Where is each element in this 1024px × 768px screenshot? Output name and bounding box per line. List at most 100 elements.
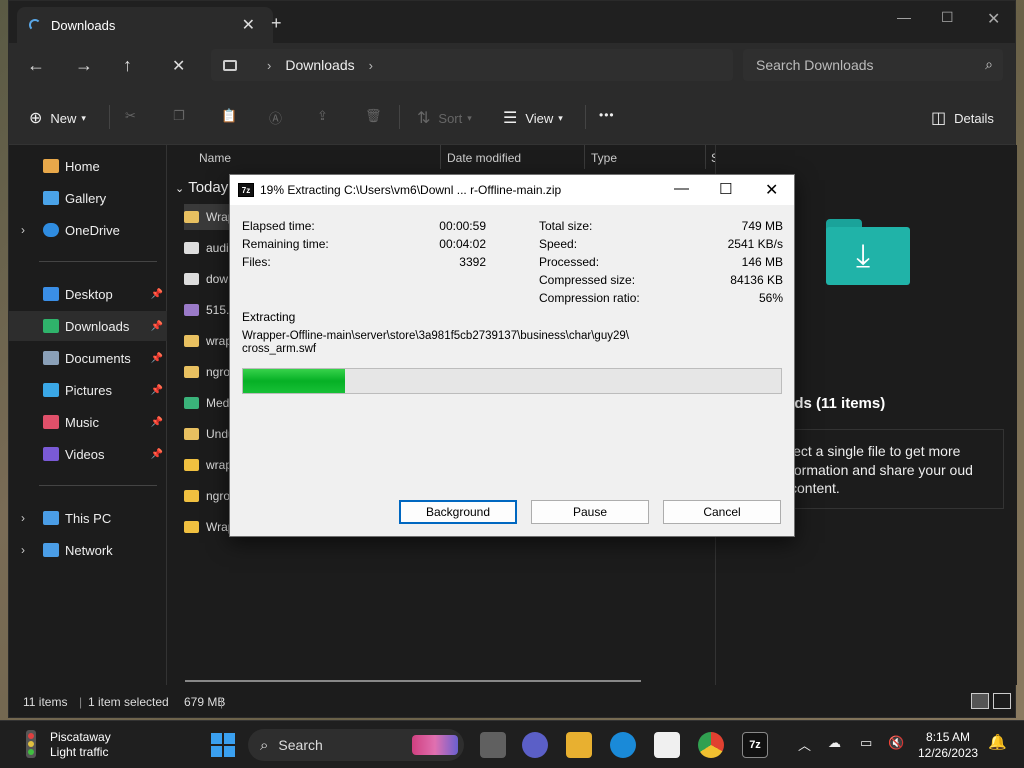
close-window-icon[interactable]: ✕ [987,9,1000,29]
details-view-icon[interactable] [971,693,989,709]
column-divider[interactable] [440,145,441,169]
details-pane-button[interactable]: ◫ Details [931,108,994,128]
collapse-chevron-icon[interactable]: ⌄ [175,183,184,195]
file-name: ngro [206,365,231,379]
breadcrumb-downloads[interactable]: Downloads [285,57,354,73]
address-bar[interactable]: › Downloads › [211,49,733,81]
navigation-pane: Home Gallery › OneDrive Desktop 📌 Downlo… [9,145,167,685]
sidebar-item-downloads[interactable]: Downloads 📌 [9,311,167,341]
cancel-button[interactable]: Cancel [663,500,781,524]
videos-icon [43,447,59,461]
forward-arrow-icon[interactable]: → [75,55,93,76]
system-clock[interactable]: 8:15 AM 12/26/2023 [918,729,978,761]
close-tab-icon[interactable]: ✕ [242,15,255,35]
share-icon[interactable]: ⇪ [317,108,328,124]
show-hidden-icons-icon[interactable]: ︿ [798,735,811,754]
up-arrow-icon[interactable]: ↑ [123,55,132,76]
start-windows-icon[interactable] [210,732,236,758]
microsoft-store-icon[interactable] [654,732,680,758]
minimize-icon[interactable]: — [897,9,911,25]
dialog-title-bar[interactable]: 7z 19% Extracting C:\Users\vm6\Downl ...… [230,175,794,205]
back-arrow-icon[interactable]: ← [27,55,45,76]
details-button-label: Details [954,110,994,126]
sidebar-item-documents[interactable]: Documents 📌 [9,343,167,373]
loading-spinner-icon [29,19,41,31]
teams-chat-icon[interactable] [522,732,548,758]
processed-value: 146 MB [741,255,783,269]
file-name: 515. [206,303,230,317]
close-dialog-icon[interactable]: ✕ [765,180,778,200]
file-type-icon [184,211,199,223]
chevron-right-icon[interactable]: › [369,58,373,73]
search-placeholder: Search Downloads [756,57,874,73]
column-divider[interactable] [584,145,585,169]
notification-bell-icon[interactable]: 🔔 [988,733,1007,751]
display-tray-icon[interactable]: ▭ [860,735,872,751]
large-icons-view-icon[interactable] [993,693,1011,709]
stop-loading-icon[interactable]: ✕ [172,56,185,76]
sidebar-item-label: Documents [65,350,131,366]
pin-icon: 📌 [150,416,163,428]
tab-downloads[interactable]: Downloads ✕ [17,7,273,43]
sidebar-item-onedrive[interactable]: › OneDrive [9,215,167,245]
maximize-icon[interactable]: ☐ [719,180,732,198]
maximize-icon[interactable]: ☐ [941,9,954,26]
column-divider[interactable] [705,145,706,169]
onedrive-tray-icon[interactable]: ☁ [828,735,841,751]
current-file-path-line1: Wrapper-Offline-main\server\store\3a981f… [242,330,629,342]
volume-muted-icon[interactable]: 🔇 [888,735,904,751]
sidebar-item-pictures[interactable]: Pictures 📌 [9,375,167,405]
weather-widget[interactable]: Piscataway Light traffic [20,730,111,760]
sidebar-item-music[interactable]: Music 📌 [9,407,167,437]
taskbar-search[interactable]: ⌕ Search [248,729,464,761]
edge-browser-icon[interactable] [610,732,636,758]
sidebar-item-label: Videos [65,446,105,462]
chevron-right-icon[interactable]: › [267,58,271,73]
sidebar-item-gallery[interactable]: Gallery [9,183,167,213]
file-explorer-icon[interactable] [566,732,592,758]
background-button[interactable]: Background [399,500,517,524]
traffic-light-icon [20,730,42,758]
paste-icon[interactable]: 📋 [221,108,237,124]
expand-chevron-icon[interactable]: › [21,511,25,525]
more-options-icon[interactable]: ••• [599,108,615,122]
details-hint-text: lect a single file to get more formation… [790,443,973,496]
pause-button[interactable]: Pause [531,500,649,524]
new-tab-icon[interactable]: + [271,13,282,34]
rename-icon[interactable]: Ⓐ [269,108,282,127]
task-view-icon[interactable] [480,732,506,758]
column-header-date-modified[interactable]: Date modified [447,151,521,165]
new-button[interactable]: ⊕ New ▾ [29,108,86,128]
view-button[interactable]: ☰ View ▾ [503,108,563,128]
sidebar-item-videos[interactable]: Videos 📌 [9,439,167,469]
delete-icon[interactable]: 🗑 [365,108,382,124]
downloads-folder-icon: ⤓ [826,219,910,285]
network-icon [43,543,59,557]
cut-icon[interactable]: ✂ [125,108,136,124]
sort-button[interactable]: ⇅ Sort ▾ [417,108,472,128]
group-header-today[interactable]: ⌄ Today [175,179,228,196]
sidebar-item-home[interactable]: Home [9,151,167,181]
sidebar-item-this-pc[interactable]: › This PC [9,503,167,533]
chrome-browser-icon[interactable] [698,732,724,758]
file-type-icon [184,242,199,254]
column-header-type[interactable]: Type [591,151,617,165]
horizontal-scrollbar[interactable] [185,680,641,682]
new-button-label: New [50,110,77,126]
copy-icon[interactable]: ❐ [173,108,185,124]
column-header-name[interactable]: Name [199,151,231,165]
this-pc-icon [223,59,237,71]
sidebar-item-desktop[interactable]: Desktop 📌 [9,279,167,309]
file-type-icon [184,428,199,440]
compression-ratio-label: Compression ratio: [539,291,640,305]
search-input[interactable]: Search Downloads ⌕ [743,49,1003,81]
sidebar-item-network[interactable]: › Network [9,535,167,565]
chevron-down-icon: ▾ [558,112,563,123]
minimize-icon[interactable]: — [674,180,689,197]
7zip-taskbar-icon[interactable]: 7z [742,732,768,758]
chevron-down-icon: ▾ [81,112,86,123]
expand-chevron-icon[interactable]: › [21,223,25,237]
sidebar-item-label: Pictures [65,382,112,398]
expand-chevron-icon[interactable]: › [21,543,25,557]
sidebar-item-label: Downloads [65,318,130,334]
